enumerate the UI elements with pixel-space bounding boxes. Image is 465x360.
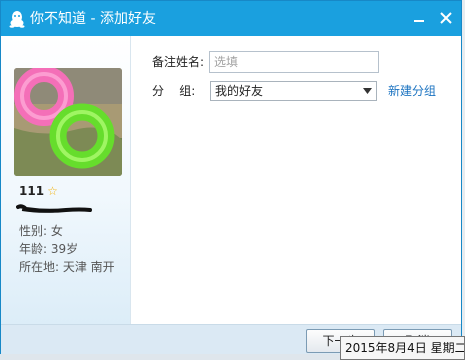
nickname-text: 111	[19, 184, 45, 198]
new-group-link[interactable]: 新建分组	[388, 84, 436, 98]
group-select-value: 我的好友	[215, 84, 264, 98]
qq-penguin-icon	[9, 11, 25, 28]
group-label: 分 组:	[152, 84, 196, 98]
profile-panel: 111 ☆ 性别: 女 年龄: 39岁 所在地: 天津 南开	[1, 36, 131, 324]
nickname: 111 ☆	[19, 184, 58, 198]
star-icon: ☆	[47, 184, 58, 198]
date-tooltip: 2015年8月4日 星期二	[340, 336, 465, 360]
title-bar[interactable]: 你不知道 - 添加好友	[1, 1, 461, 36]
location-info: 所在地: 天津 南开	[19, 260, 115, 274]
remark-label: 备注姓名:	[152, 55, 205, 69]
close-icon[interactable]	[437, 9, 455, 27]
avatar[interactable]	[14, 68, 122, 176]
redaction-scribble	[16, 204, 92, 213]
window-title: 你不知道 - 添加好友	[30, 11, 156, 27]
group-select[interactable]: 我的好友	[210, 81, 377, 101]
minimize-icon[interactable]	[410, 9, 428, 27]
remark-input[interactable]	[209, 51, 379, 73]
add-friend-dialog: 你不知道 - 添加好友 111 ☆ 性别: 女 年龄: 39岁 所在地: 天津 南	[0, 0, 462, 354]
gender-info: 性别: 女	[19, 224, 63, 238]
chevron-down-icon	[363, 88, 372, 94]
age-info: 年龄: 39岁	[19, 242, 79, 256]
